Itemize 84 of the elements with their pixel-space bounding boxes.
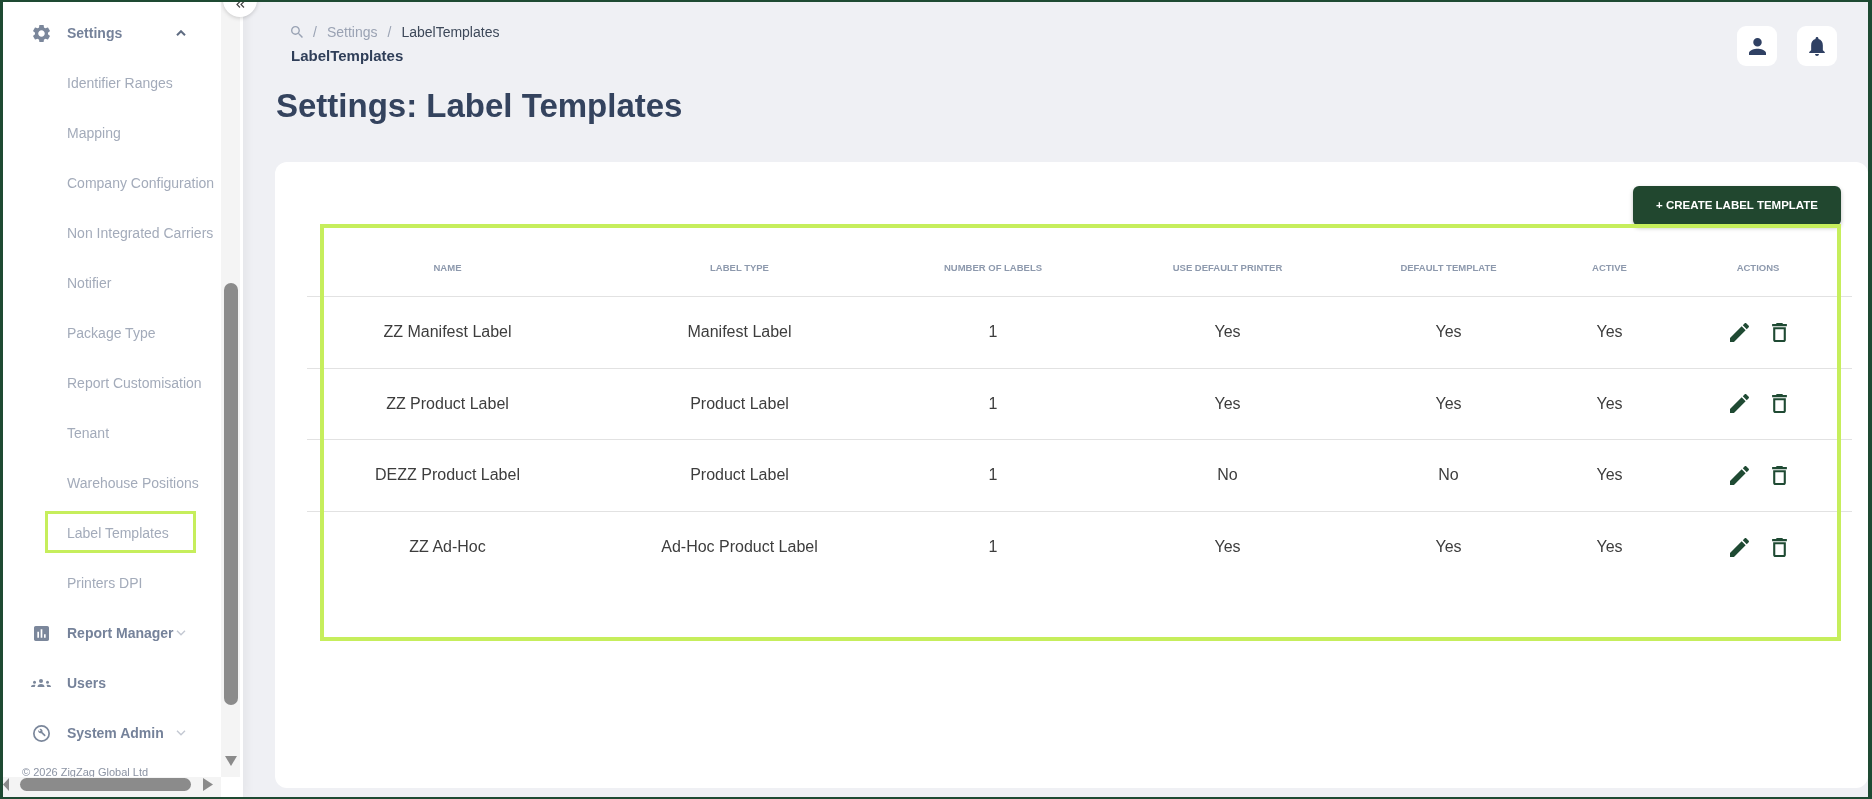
user-button[interactable] <box>1737 26 1777 66</box>
table-cell-text: Yes <box>1214 322 1241 343</box>
gear-icon <box>32 24 50 42</box>
delete-button[interactable] <box>1771 537 1787 557</box>
table-cell-text: Yes <box>1435 393 1462 414</box>
table-cell-text: Yes <box>1596 322 1623 343</box>
table-cell-text: 1 <box>988 393 998 414</box>
nav-link[interactable]: Non Integrated Carriers <box>67 222 214 244</box>
edit-button[interactable] <box>1729 537 1749 557</box>
create-button[interactable]: + CREATE LABEL TEMPLATE <box>1633 186 1841 226</box>
nav-link[interactable]: Company Configuration <box>67 172 215 194</box>
breadcrumb-link[interactable]: LabelTemplates <box>401 21 500 43</box>
pencil-icon <box>1729 322 1749 342</box>
trash-icon <box>1771 322 1787 342</box>
bell-icon <box>1809 36 1825 56</box>
nav-link[interactable]: Notifier <box>67 272 112 294</box>
scroll-right-arrow-icon[interactable] <box>203 778 213 791</box>
table-cell-text: ZZ Ad-Hoc <box>409 537 486 558</box>
table-cell-text: Yes <box>1435 537 1462 558</box>
people-icon <box>31 679 51 687</box>
nav-link[interactable]: Package Type <box>67 322 156 344</box>
table-cell-text: No <box>1217 465 1238 486</box>
pencil-icon <box>1729 465 1749 485</box>
column-header: ACTIONS <box>1736 261 1780 276</box>
breadcrumb-page-title: LabelTemplates <box>291 45 404 66</box>
pencil-icon <box>1729 394 1749 414</box>
page-title: Settings: Label Templates <box>276 88 683 122</box>
column-header: DEFAULT TEMPLATE <box>1400 261 1497 276</box>
scroll-left-arrow-icon[interactable] <box>3 778 9 791</box>
breadcrumb-link[interactable]: Settings <box>326 21 378 43</box>
column-header: NUMBER OF LABELS <box>943 261 1043 276</box>
pencil-icon <box>1729 537 1749 557</box>
person-icon <box>1748 37 1766 55</box>
column-header: LABEL TYPE <box>710 261 769 276</box>
table-cell-text: Product Label <box>690 465 789 486</box>
nav-link[interactable]: Printers DPI <box>67 572 143 594</box>
table-cell-text: Yes <box>1214 537 1241 558</box>
edit-button[interactable] <box>1729 394 1749 414</box>
nav-link[interactable]: Tenant <box>67 422 110 444</box>
nav-link[interactable]: Identifier Ranges <box>67 72 173 94</box>
delete-button[interactable] <box>1771 322 1787 342</box>
nav-link[interactable]: Warehouse Positions <box>67 472 199 494</box>
table-cell-text: Product Label <box>690 393 789 414</box>
bar-chart-icon <box>33 625 49 641</box>
breadcrumb-separator: / <box>313 22 317 42</box>
table-cell-text: Ad-Hoc Product Label <box>661 537 818 558</box>
notifications-button[interactable] <box>1797 26 1837 66</box>
breadcrumb-separator: / <box>387 22 392 42</box>
column-header: NAME <box>433 261 462 276</box>
nav-section-link[interactable]: Report Manager <box>67 622 174 644</box>
table-cell-text: ZZ Manifest Label <box>383 322 512 343</box>
scrollbar-thumb[interactable] <box>20 778 191 791</box>
table-cell-text: 1 <box>988 322 998 343</box>
table-cell-text: ZZ Product Label <box>386 393 509 414</box>
trash-icon <box>1771 465 1787 485</box>
wrench-icon <box>32 724 50 742</box>
table-cell-text: Yes <box>1214 393 1241 414</box>
nav-link[interactable]: Mapping <box>67 122 121 144</box>
table-cell-text: Yes <box>1435 322 1462 343</box>
table-cell-text: 1 <box>988 465 998 486</box>
delete-button[interactable] <box>1771 465 1787 485</box>
nav-section-link[interactable]: System Admin <box>67 722 164 744</box>
column-header: ACTIVE <box>1592 261 1627 276</box>
edit-button[interactable] <box>1729 465 1749 485</box>
delete-button[interactable] <box>1771 394 1787 414</box>
nav-link[interactable]: Report Customisation <box>67 372 202 394</box>
chevron-up-icon[interactable] <box>176 30 186 36</box>
scrollbar-thumb[interactable] <box>224 283 238 705</box>
table-cell-text: Yes <box>1596 537 1623 558</box>
scroll-down-arrow-icon[interactable] <box>225 756 237 766</box>
trash-icon <box>1771 394 1787 414</box>
table-cell-text: Yes <box>1596 465 1623 486</box>
column-header: USE DEFAULT PRINTER <box>1172 261 1283 276</box>
table-cell-text: No <box>1438 465 1459 486</box>
nav-section-link[interactable]: Users <box>67 672 106 694</box>
trash-icon <box>1771 537 1787 557</box>
nav-section-link[interactable]: Settings <box>67 22 123 44</box>
table-cell-text: Manifest Label <box>687 322 792 343</box>
table-cell-text: DEZZ Product Label <box>375 465 520 486</box>
table-cell-text: 1 <box>988 537 998 558</box>
double-chevron-icon <box>235 2 245 8</box>
nav-link[interactable]: Label Templates <box>67 522 169 544</box>
edit-button[interactable] <box>1729 322 1749 342</box>
table-cell-text: Yes <box>1596 393 1623 414</box>
